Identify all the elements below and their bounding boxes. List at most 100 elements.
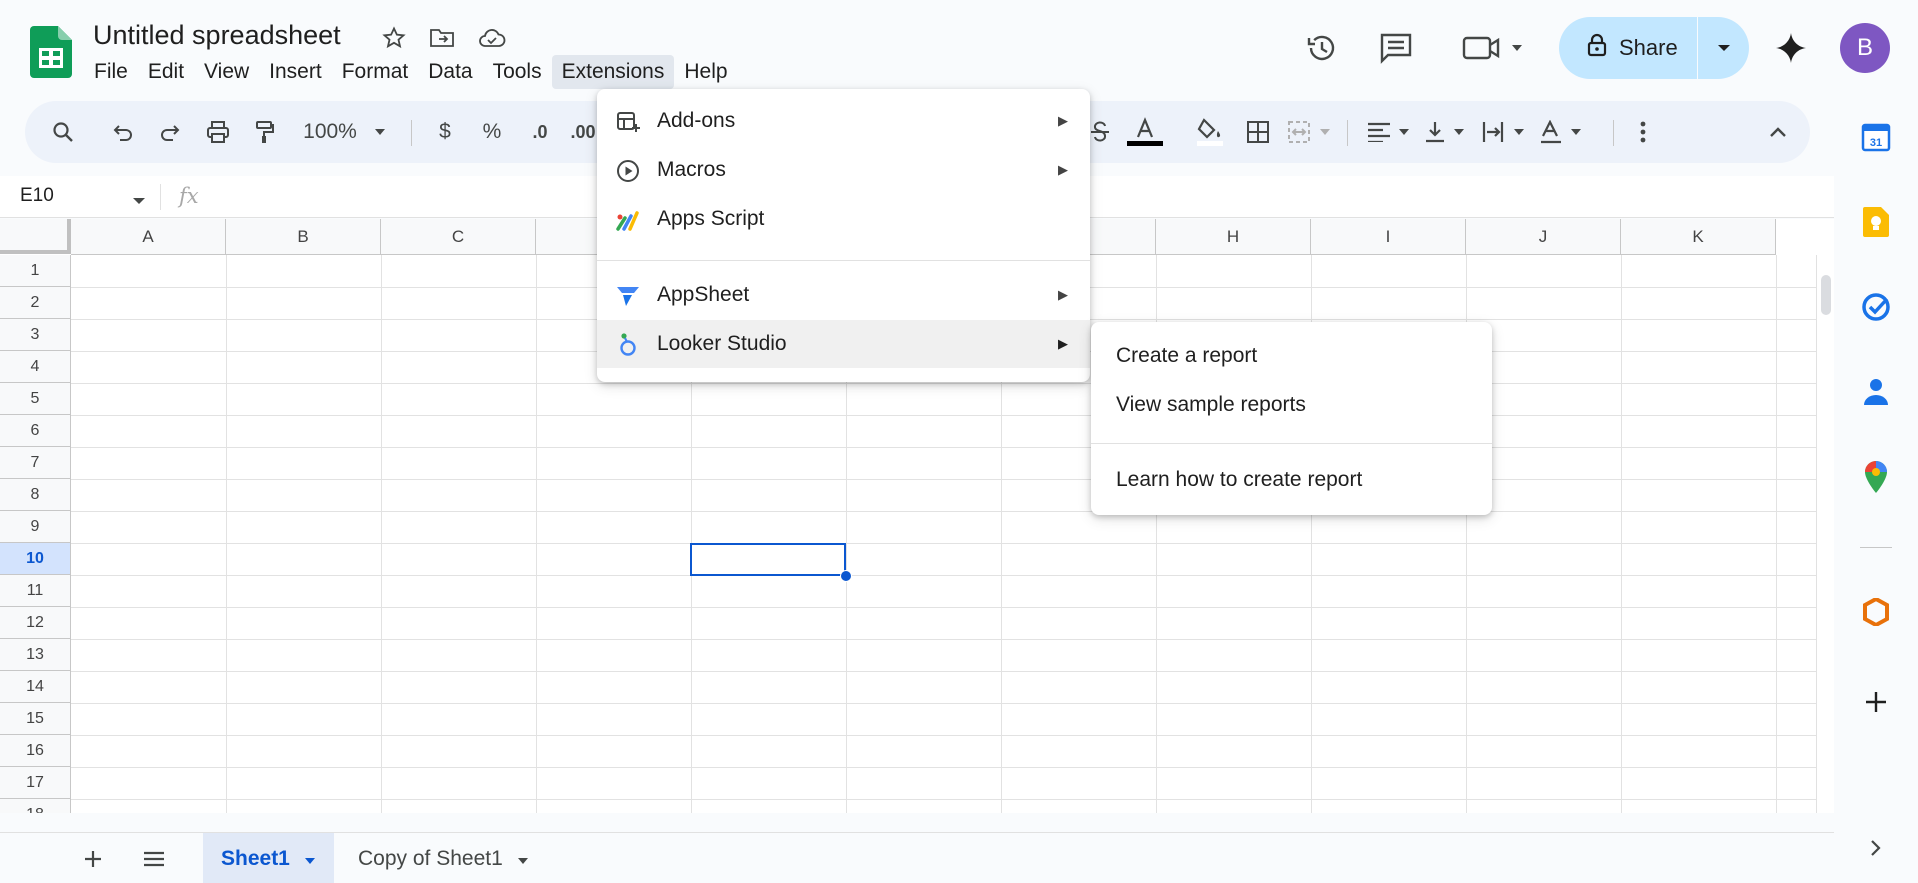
name-box[interactable]: E10 <box>20 185 54 207</box>
column-header[interactable]: A <box>71 219 226 255</box>
menu-item-create-report[interactable]: Create a report <box>1091 332 1492 380</box>
toolbar-divider <box>1347 120 1348 146</box>
gemini-icon[interactable] <box>1771 28 1811 68</box>
menu-view[interactable]: View <box>194 55 259 89</box>
menu-item-learn-create-report[interactable]: Learn how to create report <box>1091 456 1492 504</box>
column-header[interactable]: H <box>1156 219 1311 255</box>
expand-panel-icon[interactable] <box>1859 831 1893 865</box>
vertical-align-icon[interactable] <box>1422 101 1472 163</box>
share-button[interactable]: Share <box>1559 17 1749 79</box>
paint-format-icon[interactable] <box>247 101 283 163</box>
vertical-scrollbar[interactable] <box>1816 255 1834 813</box>
row-header[interactable]: 11 <box>0 575 71 607</box>
row-header[interactable]: 6 <box>0 415 71 447</box>
keep-icon[interactable] <box>1859 205 1893 239</box>
selected-cell[interactable] <box>690 543 846 576</box>
fill-handle[interactable] <box>840 570 852 582</box>
row-header[interactable]: 13 <box>0 639 71 671</box>
row-header[interactable]: 10 <box>0 543 71 575</box>
borders-icon[interactable] <box>1240 101 1276 163</box>
column-header[interactable]: I <box>1311 219 1466 255</box>
row-header[interactable]: 8 <box>0 479 71 511</box>
grid-line <box>381 255 382 813</box>
column-header[interactable]: C <box>381 219 536 255</box>
percent-format-button[interactable]: % <box>477 101 507 163</box>
row-header[interactable]: 4 <box>0 351 71 383</box>
horizontal-align-icon[interactable] <box>1365 101 1415 163</box>
vertical-scroll-thumb[interactable] <box>1821 275 1831 315</box>
row-header[interactable]: 14 <box>0 671 71 703</box>
zoom-select[interactable]: 100% <box>295 101 365 163</box>
zoom-dropdown-icon[interactable] <box>365 101 395 163</box>
version-history-icon[interactable] <box>1302 28 1342 68</box>
menu-item-macros[interactable]: Macros ▶ <box>597 146 1090 194</box>
column-header[interactable]: K <box>1621 219 1776 255</box>
contacts-icon[interactable] <box>1859 375 1893 409</box>
collapse-toolbar-icon[interactable] <box>1760 101 1796 163</box>
currency-format-button[interactable]: $ <box>430 101 460 163</box>
row-header[interactable]: 9 <box>0 511 71 543</box>
increase-decimal-button[interactable]: .00 <box>565 101 601 163</box>
menu-tools[interactable]: Tools <box>483 55 552 89</box>
redo-icon[interactable] <box>152 101 188 163</box>
add-sheet-icon[interactable] <box>75 841 111 877</box>
sheet-tab-dropdown-icon[interactable] <box>517 847 529 871</box>
print-icon[interactable] <box>200 101 236 163</box>
more-options-icon[interactable] <box>1625 101 1661 163</box>
row-header[interactable]: 7 <box>0 447 71 479</box>
share-dropdown-icon[interactable] <box>1698 44 1749 52</box>
avatar[interactable]: B <box>1840 23 1890 73</box>
row-header[interactable]: 12 <box>0 607 71 639</box>
menu-item-add-ons[interactable]: Add-ons ▶ <box>597 97 1090 145</box>
column-header[interactable]: B <box>226 219 381 255</box>
row-header[interactable]: 17 <box>0 767 71 799</box>
menu-item-view-sample-reports[interactable]: View sample reports <box>1091 381 1492 429</box>
row-header[interactable]: 18 <box>0 799 71 813</box>
document-title[interactable]: Untitled spreadsheet <box>93 20 341 51</box>
sheet-tab-dropdown-icon[interactable] <box>304 847 316 871</box>
get-addons-icon[interactable] <box>1859 685 1893 719</box>
sheet-tab-copy-of-sheet1[interactable]: Copy of Sheet1 <box>340 833 547 883</box>
text-rotation-icon[interactable] <box>1537 101 1587 163</box>
meet-icon[interactable] <box>1460 28 1530 68</box>
row-header[interactable]: 16 <box>0 735 71 767</box>
star-icon[interactable] <box>380 24 408 52</box>
column-header[interactable]: J <box>1466 219 1621 255</box>
all-sheets-icon[interactable] <box>136 841 172 877</box>
select-all-corner[interactable] <box>0 219 71 254</box>
undo-icon[interactable] <box>105 101 141 163</box>
text-wrapping-icon[interactable] <box>1480 101 1530 163</box>
row-header[interactable]: 2 <box>0 287 71 319</box>
merge-cells-icon[interactable] <box>1287 101 1337 163</box>
calendar-icon[interactable]: 31 <box>1859 120 1893 154</box>
menu-item-apps-script[interactable]: Apps Script <box>597 195 1090 243</box>
menu-extensions[interactable]: Extensions <box>551 55 675 89</box>
office-addon-icon[interactable] <box>1859 595 1893 629</box>
menu-edit[interactable]: Edit <box>138 55 194 89</box>
maps-icon[interactable] <box>1859 460 1893 494</box>
menu-format[interactable]: Format <box>332 55 419 89</box>
move-folder-icon[interactable] <box>428 24 456 52</box>
row-header[interactable]: 15 <box>0 703 71 735</box>
fill-color-icon[interactable] <box>1192 101 1228 163</box>
share-main[interactable]: Share <box>1559 17 1697 79</box>
search-menus-icon[interactable] <box>45 101 81 163</box>
menu-item-appsheet[interactable]: AppSheet ▶ <box>597 271 1090 319</box>
cloud-saved-icon[interactable] <box>478 24 506 52</box>
sheet-tab-sheet1[interactable]: Sheet1 <box>203 833 334 883</box>
decrease-decimal-button[interactable]: .0 <box>522 101 558 163</box>
row-header[interactable]: 1 <box>0 255 71 287</box>
row-header[interactable]: 5 <box>0 383 71 415</box>
text-color-icon[interactable] <box>1125 101 1165 163</box>
name-box-dropdown-icon[interactable] <box>132 192 146 210</box>
tasks-icon[interactable] <box>1859 290 1893 324</box>
comments-icon[interactable] <box>1376 28 1416 68</box>
row-header[interactable]: 3 <box>0 319 71 351</box>
menu-item-looker-studio[interactable]: Looker Studio ▶ <box>597 320 1090 368</box>
sheets-logo-icon[interactable] <box>30 26 72 78</box>
menu-data[interactable]: Data <box>418 55 482 89</box>
menu-help[interactable]: Help <box>674 55 737 89</box>
menu-insert[interactable]: Insert <box>259 55 332 89</box>
menu-file[interactable]: File <box>84 55 138 89</box>
grid-line <box>71 543 1816 544</box>
